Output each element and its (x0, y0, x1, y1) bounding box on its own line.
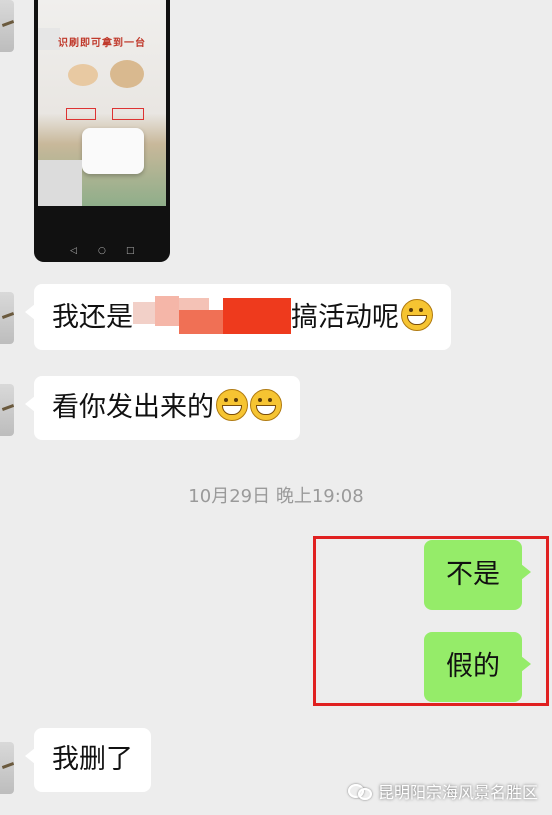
message-bubble-outgoing[interactable]: 不是 (424, 540, 531, 610)
message-text: 搞活动呢 (291, 302, 399, 333)
message-bubble-outgoing[interactable]: 假的 (424, 632, 531, 702)
message-text: 我还是 (52, 302, 133, 333)
avatar[interactable] (0, 384, 14, 436)
message-text: 看你发出来的 (52, 392, 214, 423)
watermark-text: 昆明阳宗海风景名胜区 (377, 783, 538, 802)
ad-screenshot: 识刷即可拿到一台 (38, 0, 166, 206)
grin-emoji-icon (216, 389, 248, 421)
avatar[interactable] (0, 742, 14, 794)
dish-image (68, 64, 98, 86)
message-text: 不是 (446, 559, 500, 590)
wechat-icon (347, 782, 372, 800)
message-bubble[interactable]: 我删了 (25, 728, 151, 792)
price-tag (66, 108, 96, 120)
back-icon: ◁ (70, 246, 77, 256)
watermark: 昆明阳宗海风景名胜区 (347, 779, 538, 803)
grin-emoji-icon (401, 299, 433, 331)
avatar[interactable] (0, 0, 14, 52)
dish-image (110, 60, 144, 88)
blur-block (38, 160, 82, 206)
image-message[interactable]: 识刷即可拿到一台 ◁ ○ □ (34, 0, 170, 262)
message-text: 假的 (446, 651, 500, 682)
redaction-block (38, 28, 60, 50)
rice-cooker-image (82, 128, 144, 174)
price-tag (112, 108, 144, 120)
grin-emoji-icon (250, 389, 282, 421)
timestamp: 10月29日 晚上19:08 (188, 486, 364, 507)
censored-block (133, 296, 291, 336)
message-bubble[interactable]: 我还是 搞活动呢 (25, 284, 451, 350)
message-bubble[interactable]: 看你发出来的 (25, 376, 300, 440)
recent-icon: □ (126, 246, 135, 256)
ad-title: 识刷即可拿到一台 (58, 38, 146, 49)
home-icon: ○ (98, 246, 106, 256)
message-text: 我删了 (52, 744, 133, 775)
phone-navbar: ◁ ○ □ (34, 244, 170, 262)
avatar[interactable] (0, 292, 14, 344)
